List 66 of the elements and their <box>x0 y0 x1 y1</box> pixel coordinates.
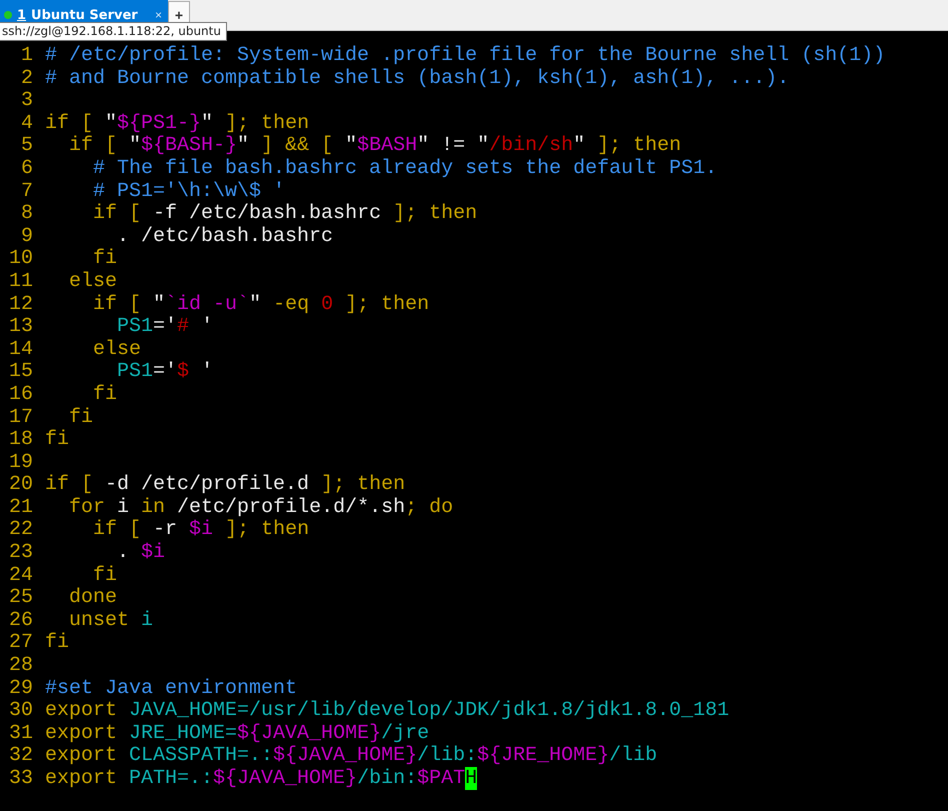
code-line: #set Java environment <box>45 678 298 700</box>
tab-title: Ubuntu Server <box>31 8 139 22</box>
code-line: if [ -f /etc/bash.bashrc ]; then <box>92 203 478 226</box>
code-line: fi <box>92 248 118 271</box>
code-line: done <box>68 587 118 610</box>
line-number: 9 <box>20 226 33 248</box>
line-number: 6 <box>20 158 33 181</box>
line-number: 20 <box>8 474 33 497</box>
code-line: # and Bourne compatible shells (bash(1), ksh(1), ash(1), ...). <box>45 68 790 90</box>
line-number: 8 <box>20 203 33 226</box>
code-line: fi <box>92 564 118 588</box>
code-line: PS1='$ ' <box>116 361 214 384</box>
code-line: for i in /etc/profile.d/*.sh; do <box>68 496 454 520</box>
line-number: 22 <box>8 519 33 542</box>
code-line: . $i <box>116 542 166 565</box>
tooltip: ssh://zgl@192.168.1.118:22, ubuntu <box>0 22 227 41</box>
line-number: 21 <box>8 496 33 520</box>
line-number: 13 <box>8 316 33 339</box>
line-number: 4 <box>20 112 33 136</box>
line-number: 32 <box>8 745 33 768</box>
code-line: fi <box>68 406 94 430</box>
code-line: if [ "`id -u`" -eq 0 ]; then <box>92 294 430 316</box>
line-number: 24 <box>8 564 33 588</box>
code-line: export CLASSPATH=.:${JAVA_HOME}/lib:${JRE_HOME}/lib <box>45 745 658 768</box>
line-number: 25 <box>8 587 33 610</box>
line-number: 2 <box>20 68 33 90</box>
line-number: 16 <box>8 384 33 406</box>
line-number: 23 <box>8 542 33 565</box>
code-line: if [ "${BASH-}" ] && [ "$BASH" != "/bin/sh" ]; then <box>68 135 682 158</box>
code-line: if [ "${PS1-}" ]; then <box>45 112 310 136</box>
code-line: export JRE_HOME=${JAVA_HOME}/jre <box>45 722 430 746</box>
code-line: . /etc/bash.bashrc <box>116 226 334 248</box>
code-line: unset i <box>68 610 154 632</box>
line-number: 12 <box>8 294 33 316</box>
line-number: 17 <box>8 406 33 430</box>
code-line: else <box>92 338 142 362</box>
line-number: 28 <box>8 655 33 678</box>
code-line: fi <box>45 429 70 452</box>
line-number: 10 <box>8 248 33 271</box>
line-number: 18 <box>8 429 33 452</box>
line-number: 15 <box>8 361 33 384</box>
line-number: 14 <box>8 338 33 362</box>
code-line: fi <box>92 384 118 406</box>
code-line: if [ -d /etc/profile.d ]; then <box>45 474 406 497</box>
line-number: 5 <box>20 135 33 158</box>
line-number: 11 <box>8 270 33 294</box>
code-line: PS1='# ' <box>116 316 214 339</box>
code-line: export JAVA_HOME=/usr/lib/develop/JDK/jdk1.8/jdk1.8.0_181 <box>45 700 730 723</box>
code-line: if [ -r $i ]; then <box>92 519 310 542</box>
tab-number: 1 <box>17 8 26 22</box>
line-number: 30 <box>8 700 33 723</box>
code-line: fi <box>45 632 70 656</box>
line-number: 27 <box>8 632 33 656</box>
line-number: 7 <box>20 180 33 204</box>
line-number: 19 <box>8 452 33 474</box>
code-line: # PS1='\h:\w\$ ' <box>92 180 286 204</box>
code-line: # The file bash.bashrc already sets the default PS1. <box>92 158 718 181</box>
code-line: # /etc/profile: System-wide .profile file for the Bourne shell (sh(1)) <box>45 45 886 68</box>
line-number: 26 <box>8 610 33 632</box>
line-number: 3 <box>20 90 33 113</box>
line-number: 1 <box>20 45 33 68</box>
code-line: export PATH=.:${JAVA_HOME}/bin:$PATH <box>45 768 478 791</box>
line-number: 31 <box>8 722 33 746</box>
code-line: else <box>68 270 118 294</box>
line-number: 33 <box>8 768 33 791</box>
line-number: 29 <box>8 678 33 700</box>
